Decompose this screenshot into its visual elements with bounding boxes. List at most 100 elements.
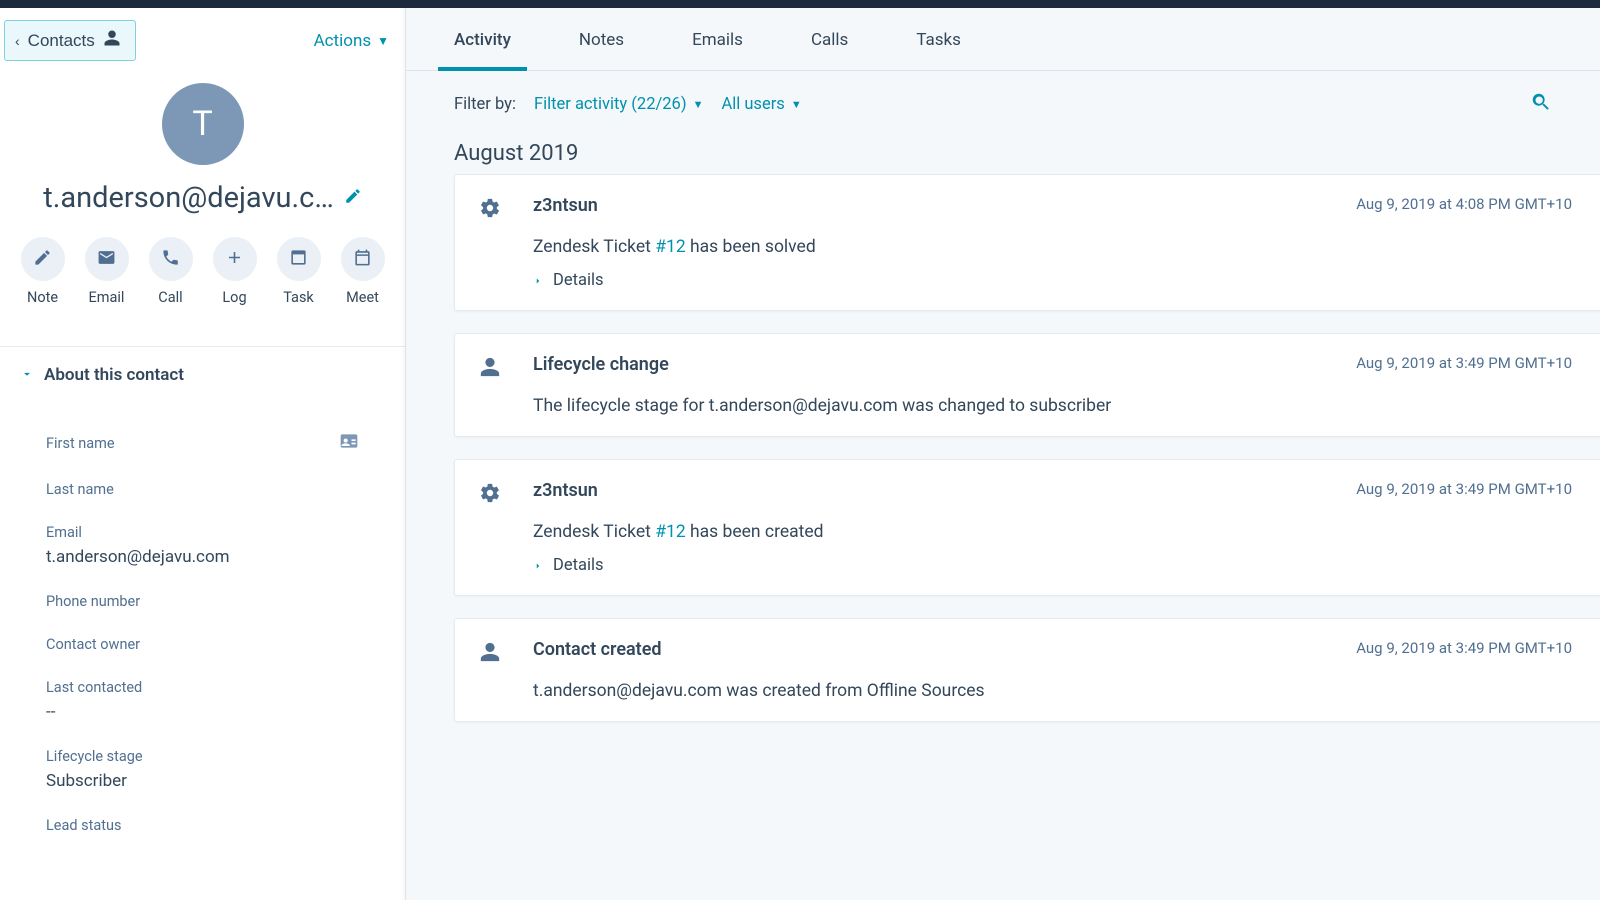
contact-icon: [103, 29, 121, 52]
caret-down-icon: ▼: [693, 98, 704, 111]
qa-log-button[interactable]: Log: [213, 237, 257, 306]
activity-card-title: Lifecycle change: [533, 354, 1338, 375]
month-heading: August 2019: [406, 127, 1600, 174]
activity-card-timestamp: Aug 9, 2019 at 4:08 PM GMT+10: [1356, 195, 1572, 213]
person-icon: [479, 639, 515, 667]
filter-bar: Filter by: Filter activity (22/26) ▼ All…: [406, 71, 1600, 127]
details-toggle[interactable]: Details: [533, 271, 1572, 290]
ticket-link[interactable]: #12: [655, 237, 685, 257]
field-last-name[interactable]: Last name: [46, 481, 359, 498]
contact-profile: T t.anderson@dejavu.c… Note Email: [0, 61, 405, 346]
call-icon: [161, 248, 180, 271]
ticket-link[interactable]: #12: [655, 522, 685, 542]
qa-meet-label: Meet: [346, 289, 379, 306]
field-lead-status[interactable]: Lead status: [46, 817, 359, 834]
filter-users-dropdown[interactable]: All users ▼: [721, 95, 801, 114]
last-name-label: Last name: [46, 481, 359, 498]
field-last-contacted: Last contacted --: [46, 679, 359, 722]
tab-tasks[interactable]: Tasks: [916, 8, 961, 70]
field-phone[interactable]: Phone number: [46, 593, 359, 610]
about-section-toggle[interactable]: About this contact: [0, 347, 405, 391]
tab-emails[interactable]: Emails: [692, 8, 743, 70]
edit-name-button[interactable]: [344, 187, 362, 209]
activity-card-body: The lifecycle stage for t.anderson@dejav…: [533, 396, 1572, 416]
qa-note-label: Note: [27, 289, 58, 306]
person-icon: [479, 354, 515, 382]
filter-users-text: All users: [721, 95, 784, 114]
contact-sidebar: ‹ Contacts Actions ▼ T t.anderson@dejavu…: [0, 8, 406, 900]
activity-card-body: Zendesk Ticket #12 has been solved: [533, 237, 1572, 257]
about-section-title: About this contact: [44, 365, 184, 385]
record-tabs: Activity Notes Emails Calls Tasks: [406, 8, 1600, 71]
activity-cards: z3ntsun Aug 9, 2019 at 4:08 PM GMT+10 Zend…: [406, 174, 1600, 746]
back-label: Contacts: [28, 31, 95, 51]
lifecycle-value: Subscriber: [46, 771, 359, 791]
actions-label: Actions: [314, 31, 372, 51]
tab-activity[interactable]: Activity: [454, 8, 511, 70]
activity-card-title: z3ntsun: [533, 195, 1338, 216]
activity-card-title: z3ntsun: [533, 480, 1338, 501]
last-contacted-value: --: [46, 702, 359, 722]
gear-icon: [479, 195, 515, 223]
filter-activity-text: Filter activity (22/26): [534, 95, 687, 114]
last-contacted-label: Last contacted: [46, 679, 359, 696]
first-name-label: First name: [46, 435, 115, 452]
activity-card-timestamp: Aug 9, 2019 at 3:49 PM GMT+10: [1356, 639, 1572, 657]
about-fields: First name Last name Email t.anderson@de…: [0, 391, 405, 834]
chevron-left-icon: ‹: [15, 33, 20, 49]
lead-status-label: Lead status: [46, 817, 359, 834]
activity-card: Contact created Aug 9, 2019 at 3:49 PM GM…: [454, 618, 1600, 722]
qa-call-button[interactable]: Call: [149, 237, 193, 306]
qa-task-label: Task: [283, 289, 314, 306]
quick-actions: Note Email Call Log Task: [16, 237, 389, 328]
lifecycle-label: Lifecycle stage: [46, 748, 359, 765]
details-label: Details: [553, 271, 604, 290]
email-label: Email: [46, 524, 359, 541]
activity-card-timestamp: Aug 9, 2019 at 3:49 PM GMT+10: [1356, 480, 1572, 498]
search-button[interactable]: [1530, 91, 1552, 117]
email-value: t.anderson@dejavu.com: [46, 547, 359, 567]
note-icon: [33, 248, 52, 271]
activity-card-title: Contact created: [533, 639, 1338, 660]
back-to-contacts-button[interactable]: ‹ Contacts: [4, 20, 136, 61]
avatar-initial: T: [192, 104, 212, 144]
qa-task-button[interactable]: Task: [277, 237, 321, 306]
app-topbar: [0, 0, 1600, 8]
activity-card: Lifecycle change Aug 9, 2019 at 3:49 PM G…: [454, 333, 1600, 437]
filter-label: Filter by:: [454, 95, 516, 114]
qa-note-button[interactable]: Note: [21, 237, 65, 306]
owner-label: Contact owner: [46, 636, 359, 653]
activity-card: z3ntsun Aug 9, 2019 at 4:08 PM GMT+10 Zend…: [454, 174, 1600, 311]
qa-log-label: Log: [222, 289, 246, 306]
qa-email-button[interactable]: Email: [85, 237, 129, 306]
field-owner[interactable]: Contact owner: [46, 636, 359, 653]
contact-display-name: t.anderson@dejavu.c…: [43, 181, 334, 215]
details-toggle[interactable]: Details: [533, 556, 1572, 575]
phone-label: Phone number: [46, 593, 359, 610]
avatar: T: [162, 83, 244, 165]
activity-card-timestamp: Aug 9, 2019 at 3:49 PM GMT+10: [1356, 354, 1572, 372]
contact-card-icon[interactable]: [339, 431, 359, 455]
actions-dropdown[interactable]: Actions ▼: [314, 31, 389, 51]
plus-icon: [225, 248, 244, 271]
details-label: Details: [553, 556, 604, 575]
chevron-down-icon: [20, 366, 34, 385]
tab-calls[interactable]: Calls: [811, 8, 848, 70]
field-first-name[interactable]: First name: [46, 431, 359, 455]
qa-email-label: Email: [89, 289, 125, 306]
email-icon: [97, 248, 116, 271]
activity-card: z3ntsun Aug 9, 2019 at 3:49 PM GMT+10 Zend…: [454, 459, 1600, 596]
task-icon: [289, 248, 308, 271]
activity-card-body: Zendesk Ticket #12 has been created: [533, 522, 1572, 542]
tab-notes[interactable]: Notes: [579, 8, 624, 70]
field-lifecycle[interactable]: Lifecycle stage Subscriber: [46, 748, 359, 791]
qa-meet-button[interactable]: Meet: [341, 237, 385, 306]
field-email[interactable]: Email t.anderson@dejavu.com: [46, 524, 359, 567]
caret-down-icon: ▼: [377, 34, 389, 48]
filter-activity-dropdown[interactable]: Filter activity (22/26) ▼: [534, 95, 703, 114]
qa-call-label: Call: [158, 289, 182, 306]
app-root: ‹ Contacts Actions ▼ T t.anderson@dejavu…: [0, 8, 1600, 900]
gear-icon: [479, 480, 515, 508]
main-panel: Activity Notes Emails Calls Tasks Filter…: [406, 8, 1600, 900]
caret-down-icon: ▼: [791, 98, 802, 111]
